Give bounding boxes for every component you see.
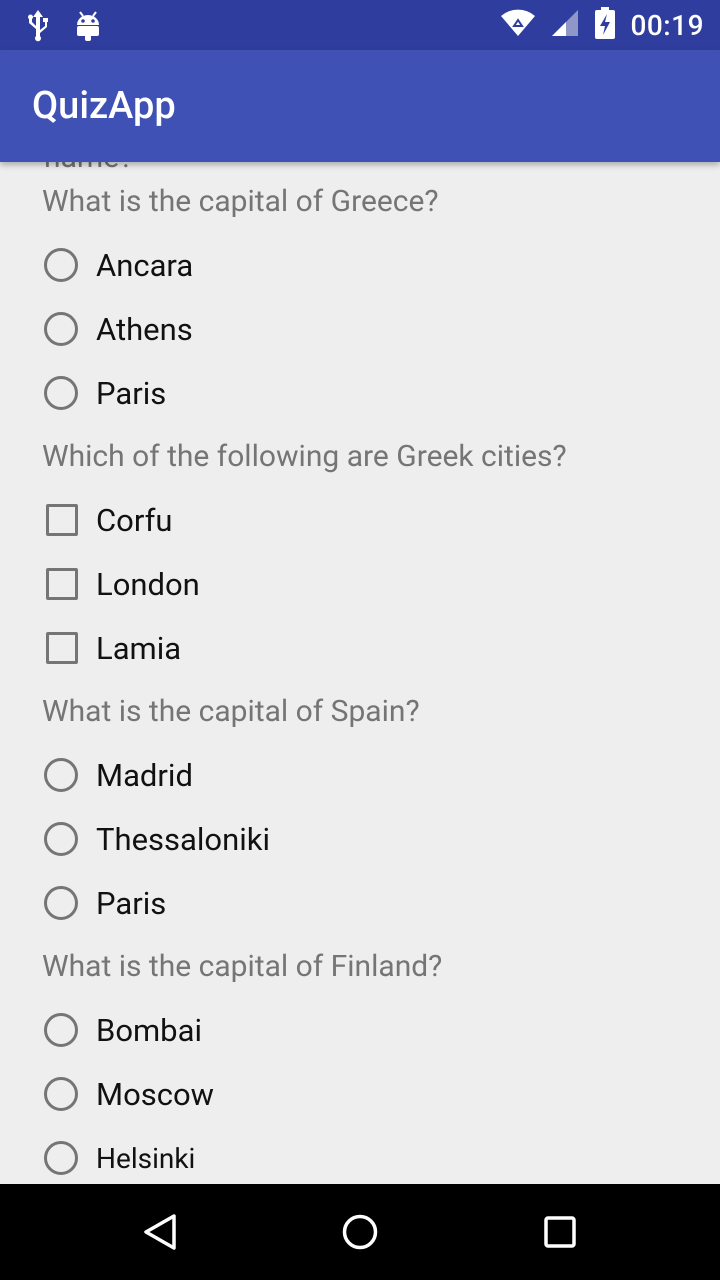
radio-button[interactable] (44, 376, 78, 410)
checkbox-option[interactable]: Lamia (44, 626, 181, 670)
option-label: Bombai (96, 1011, 202, 1049)
radio-button[interactable] (44, 1141, 78, 1175)
radio-button[interactable] (44, 312, 78, 346)
question-4-text: What is the capital of Finland? (42, 949, 443, 984)
radio-option[interactable]: Bombai (44, 1008, 202, 1052)
radio-option[interactable]: Helsinki (44, 1136, 195, 1180)
android-debug-icon (74, 8, 102, 46)
option-label: Helsinki (96, 1141, 196, 1175)
radio-option[interactable]: Paris (44, 881, 166, 925)
recents-icon[interactable] (540, 1212, 580, 1256)
checkbox-option[interactable]: Corfu (44, 498, 172, 542)
app-title: QuizApp (32, 84, 176, 128)
app-bar: QuizApp (0, 50, 720, 162)
signal-icon (550, 8, 580, 42)
radio-option[interactable]: Paris (44, 371, 166, 415)
radio-button[interactable] (44, 248, 78, 282)
quiz-scroll-area[interactable]: name? What is the capital of Greece? Anc… (0, 162, 720, 1184)
radio-option[interactable]: Athens (44, 307, 193, 351)
radio-button[interactable] (44, 1077, 78, 1111)
radio-option[interactable]: Madrid (44, 753, 193, 797)
question-1-text: What is the capital of Greece? (42, 184, 439, 219)
clock: 00:19 (630, 8, 704, 42)
option-label: London (96, 565, 200, 603)
checkbox[interactable] (46, 568, 78, 600)
checkbox[interactable] (46, 504, 78, 536)
back-icon[interactable] (140, 1212, 180, 1256)
radio-button[interactable] (44, 758, 78, 792)
status-bar: 00:19 (0, 0, 720, 50)
radio-option[interactable]: Ancara (44, 243, 193, 287)
checkbox[interactable] (46, 632, 78, 664)
checkbox-option[interactable]: London (44, 562, 200, 606)
radio-button[interactable] (44, 822, 78, 856)
radio-button[interactable] (44, 886, 78, 920)
question-2-text: Which of the following are Greek cities? (42, 439, 567, 474)
option-label: Lamia (96, 629, 182, 667)
option-label: Corfu (96, 501, 173, 539)
home-icon[interactable] (340, 1212, 380, 1256)
navigation-bar (0, 1184, 720, 1280)
option-label: Paris (96, 884, 167, 922)
clipped-question-text: name? (44, 162, 133, 175)
usb-icon (24, 8, 52, 46)
wifi-icon (500, 8, 536, 42)
battery-charging-icon (594, 6, 616, 44)
radio-button[interactable] (44, 1013, 78, 1047)
option-label: Thessaloniki (96, 820, 270, 858)
question-3-text: What is the capital of Spain? (42, 694, 420, 729)
radio-option[interactable]: Moscow (44, 1072, 214, 1116)
option-label: Athens (96, 310, 193, 348)
radio-option[interactable]: Thessaloniki (44, 817, 270, 861)
option-label: Paris (96, 374, 167, 412)
option-label: Ancara (96, 246, 194, 284)
option-label: Moscow (96, 1075, 214, 1113)
option-label: Madrid (96, 756, 193, 794)
